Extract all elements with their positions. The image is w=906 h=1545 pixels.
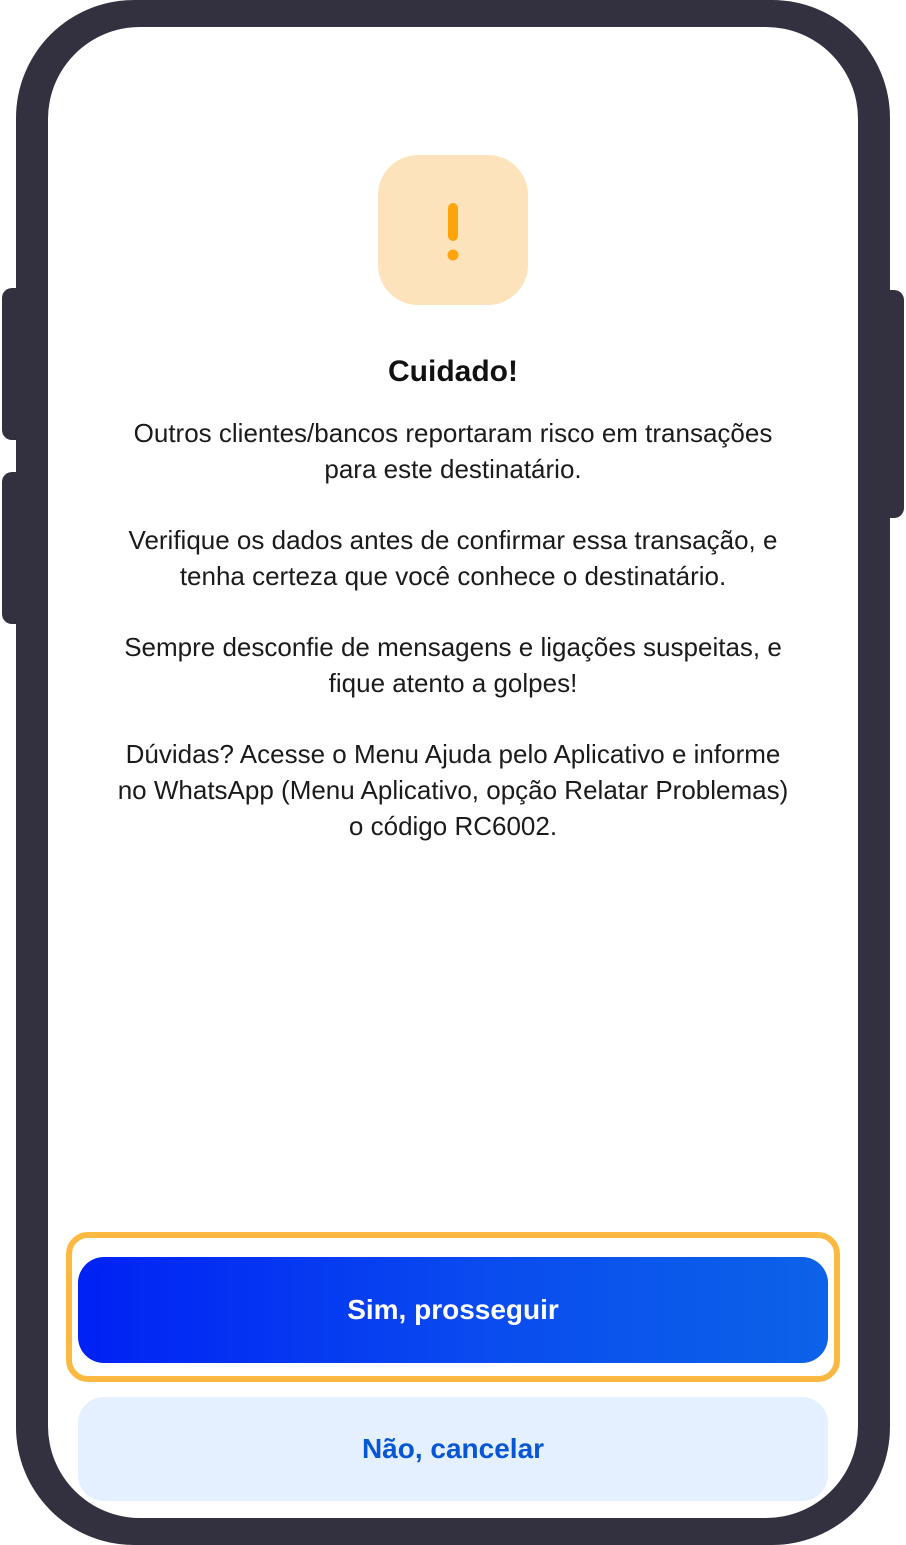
warning-dialog-screen: Cuidado! Outros clientes/bancos reportar… [48,27,858,1518]
dialog-message: Outros clientes/bancos reportaram risco … [108,415,798,879]
device-mockup: Cuidado! Outros clientes/bancos reportar… [0,0,906,1545]
warning-exclamation-icon [378,155,528,305]
message-paragraph-risk: Outros clientes/bancos reportaram risco … [133,418,773,484]
message-paragraph-verify: Verifique os dados antes de confirmar es… [128,525,778,591]
phone-frame: Cuidado! Outros clientes/bancos reportar… [16,0,890,1545]
confirm-proceed-button[interactable]: Sim, prosseguir [78,1257,828,1363]
dialog-title: Cuidado! [388,355,518,388]
message-paragraph-scam-warning: Sempre desconfie de mensagens e ligações… [124,632,782,698]
cancel-button[interactable]: Não, cancelar [78,1397,828,1501]
message-paragraph-help: Dúvidas? Acesse o Menu Ajuda pelo Aplica… [117,739,789,841]
